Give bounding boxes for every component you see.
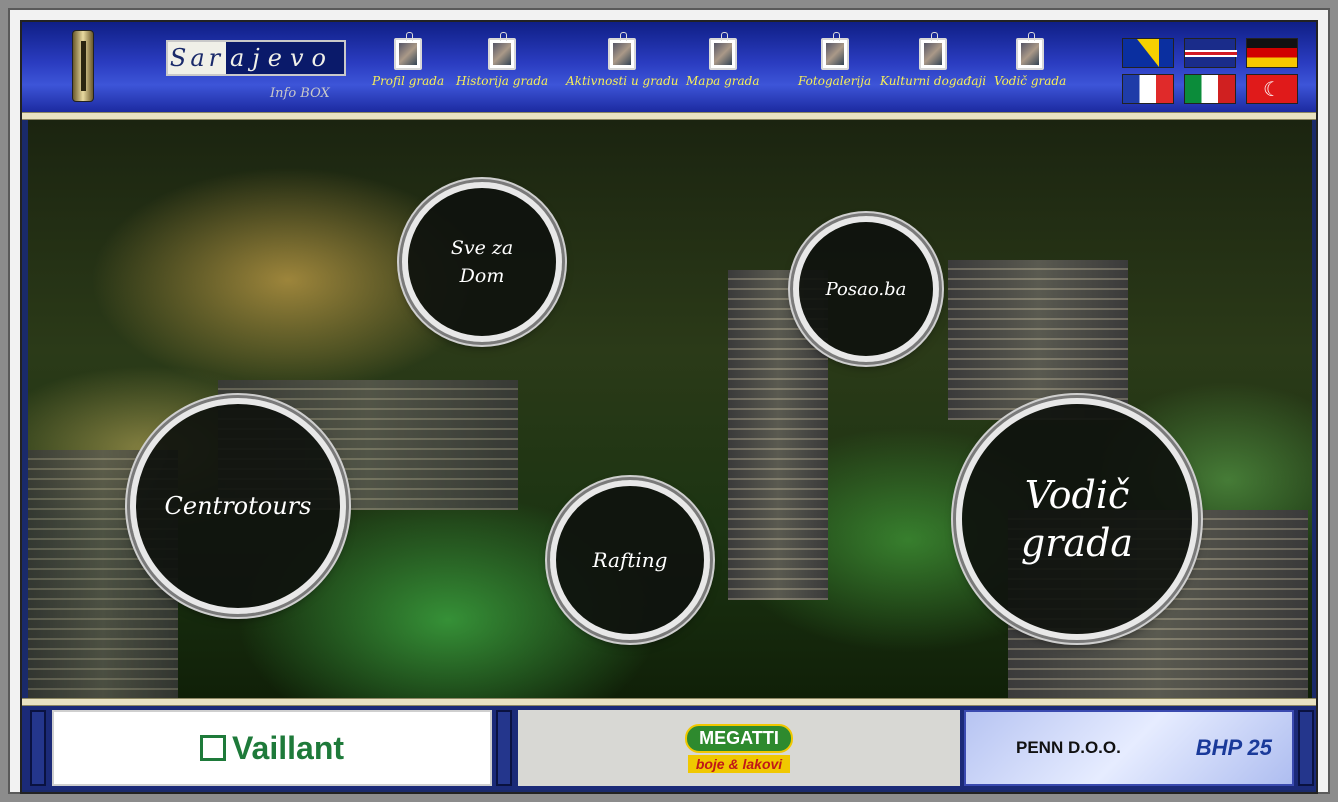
nav-item-historija-grada[interactable]: Historija grada <box>456 32 549 88</box>
circle-label: Centrotours <box>164 492 312 520</box>
nav-item-kulturni-dogadjaji[interactable]: Kulturni događaji <box>880 32 987 88</box>
nav-item-fotogalerija[interactable]: Fotogalerija <box>798 32 872 88</box>
mapa-thumb-icon <box>708 32 737 70</box>
vaillant-text: Vaillant <box>231 729 345 766</box>
vaillant-ad[interactable]: Vaillant <box>52 710 492 786</box>
nav-label: Historija grada <box>456 74 549 88</box>
nav-item-profil-grada[interactable]: Profil grada <box>372 32 445 88</box>
bhp-logo-text: BHP 25 <box>1195 735 1272 760</box>
flag-germany-icon[interactable] <box>1246 38 1298 68</box>
rafting-button[interactable]: Rafting <box>550 480 710 640</box>
flag-france-icon[interactable] <box>1122 74 1174 104</box>
circle-label: Rafting <box>592 548 668 572</box>
sve-za-dom-button[interactable]: Sve za Dom <box>402 182 562 342</box>
megatti-logo-text: MEGATTI <box>685 723 793 753</box>
circle-label-line2: grada <box>1020 521 1134 565</box>
penn-bhp-ad[interactable]: PENN D.O.O. BHP 25 <box>964 710 1294 786</box>
vodic-thumb-icon <box>1016 32 1045 70</box>
posao-ba-button[interactable]: Posao.ba <box>793 216 939 362</box>
vodic-grada-button[interactable]: Vodič grada <box>956 398 1198 640</box>
nav-item-vodic-grada[interactable]: Vodič grada <box>994 32 1067 88</box>
nav-label: Vodič grada <box>994 74 1067 88</box>
header-divider <box>22 112 1316 120</box>
logo-left-text: Sar <box>168 42 226 74</box>
flag-turkey-icon[interactable]: ☾ <box>1246 74 1298 104</box>
footer-side-bar <box>496 710 512 786</box>
flag-italy-icon[interactable] <box>1184 74 1236 104</box>
fotogalerija-thumb-icon <box>820 32 849 70</box>
megatti-ad[interactable]: MEGATTI boje & lakovi <box>518 710 960 786</box>
nav-label: Mapa grada <box>686 74 760 88</box>
profil-thumb-icon <box>394 32 423 70</box>
nav-item-mapa-grada[interactable]: Mapa grada <box>686 32 760 88</box>
nav-label: Kulturni događaji <box>880 74 987 88</box>
aktivnosti-thumb-icon <box>608 32 637 70</box>
sarajevo-logo[interactable]: Sar ajevo <box>166 40 346 76</box>
circle-label-line1: Sve za <box>450 237 514 259</box>
circle-label: Posao.ba <box>825 278 907 300</box>
megatti-tagline: boje & lakovi <box>687 754 791 773</box>
flag-bosnia-icon[interactable] <box>1122 38 1174 68</box>
footer-divider <box>22 698 1316 706</box>
footer-side-bar <box>30 710 46 786</box>
nav-item-aktivnosti-u-gradu[interactable]: Aktivnosti u gradu <box>566 32 679 88</box>
nav-label: Profil grada <box>372 74 445 88</box>
historija-thumb-icon <box>488 32 517 70</box>
penn-text: PENN D.O.O. <box>1016 738 1121 757</box>
logo-subtitle: Info BOX <box>270 86 330 101</box>
flag-uk-icon[interactable] <box>1184 38 1237 68</box>
circle-label-line1: Vodič <box>1024 473 1130 517</box>
nav-label: Fotogalerija <box>798 74 872 88</box>
logo-right-text: ajevo <box>230 44 334 72</box>
home-icon[interactable] <box>72 30 94 102</box>
centrotours-button[interactable]: Centrotours <box>130 398 346 614</box>
kulturni-thumb-icon <box>919 32 948 70</box>
building-shape <box>948 260 1128 420</box>
footer-side-bar <box>1298 710 1314 786</box>
nav-label: Aktivnosti u gradu <box>566 74 679 88</box>
circle-label-line2: Dom <box>459 265 505 287</box>
vaillant-logo-icon <box>199 735 226 761</box>
